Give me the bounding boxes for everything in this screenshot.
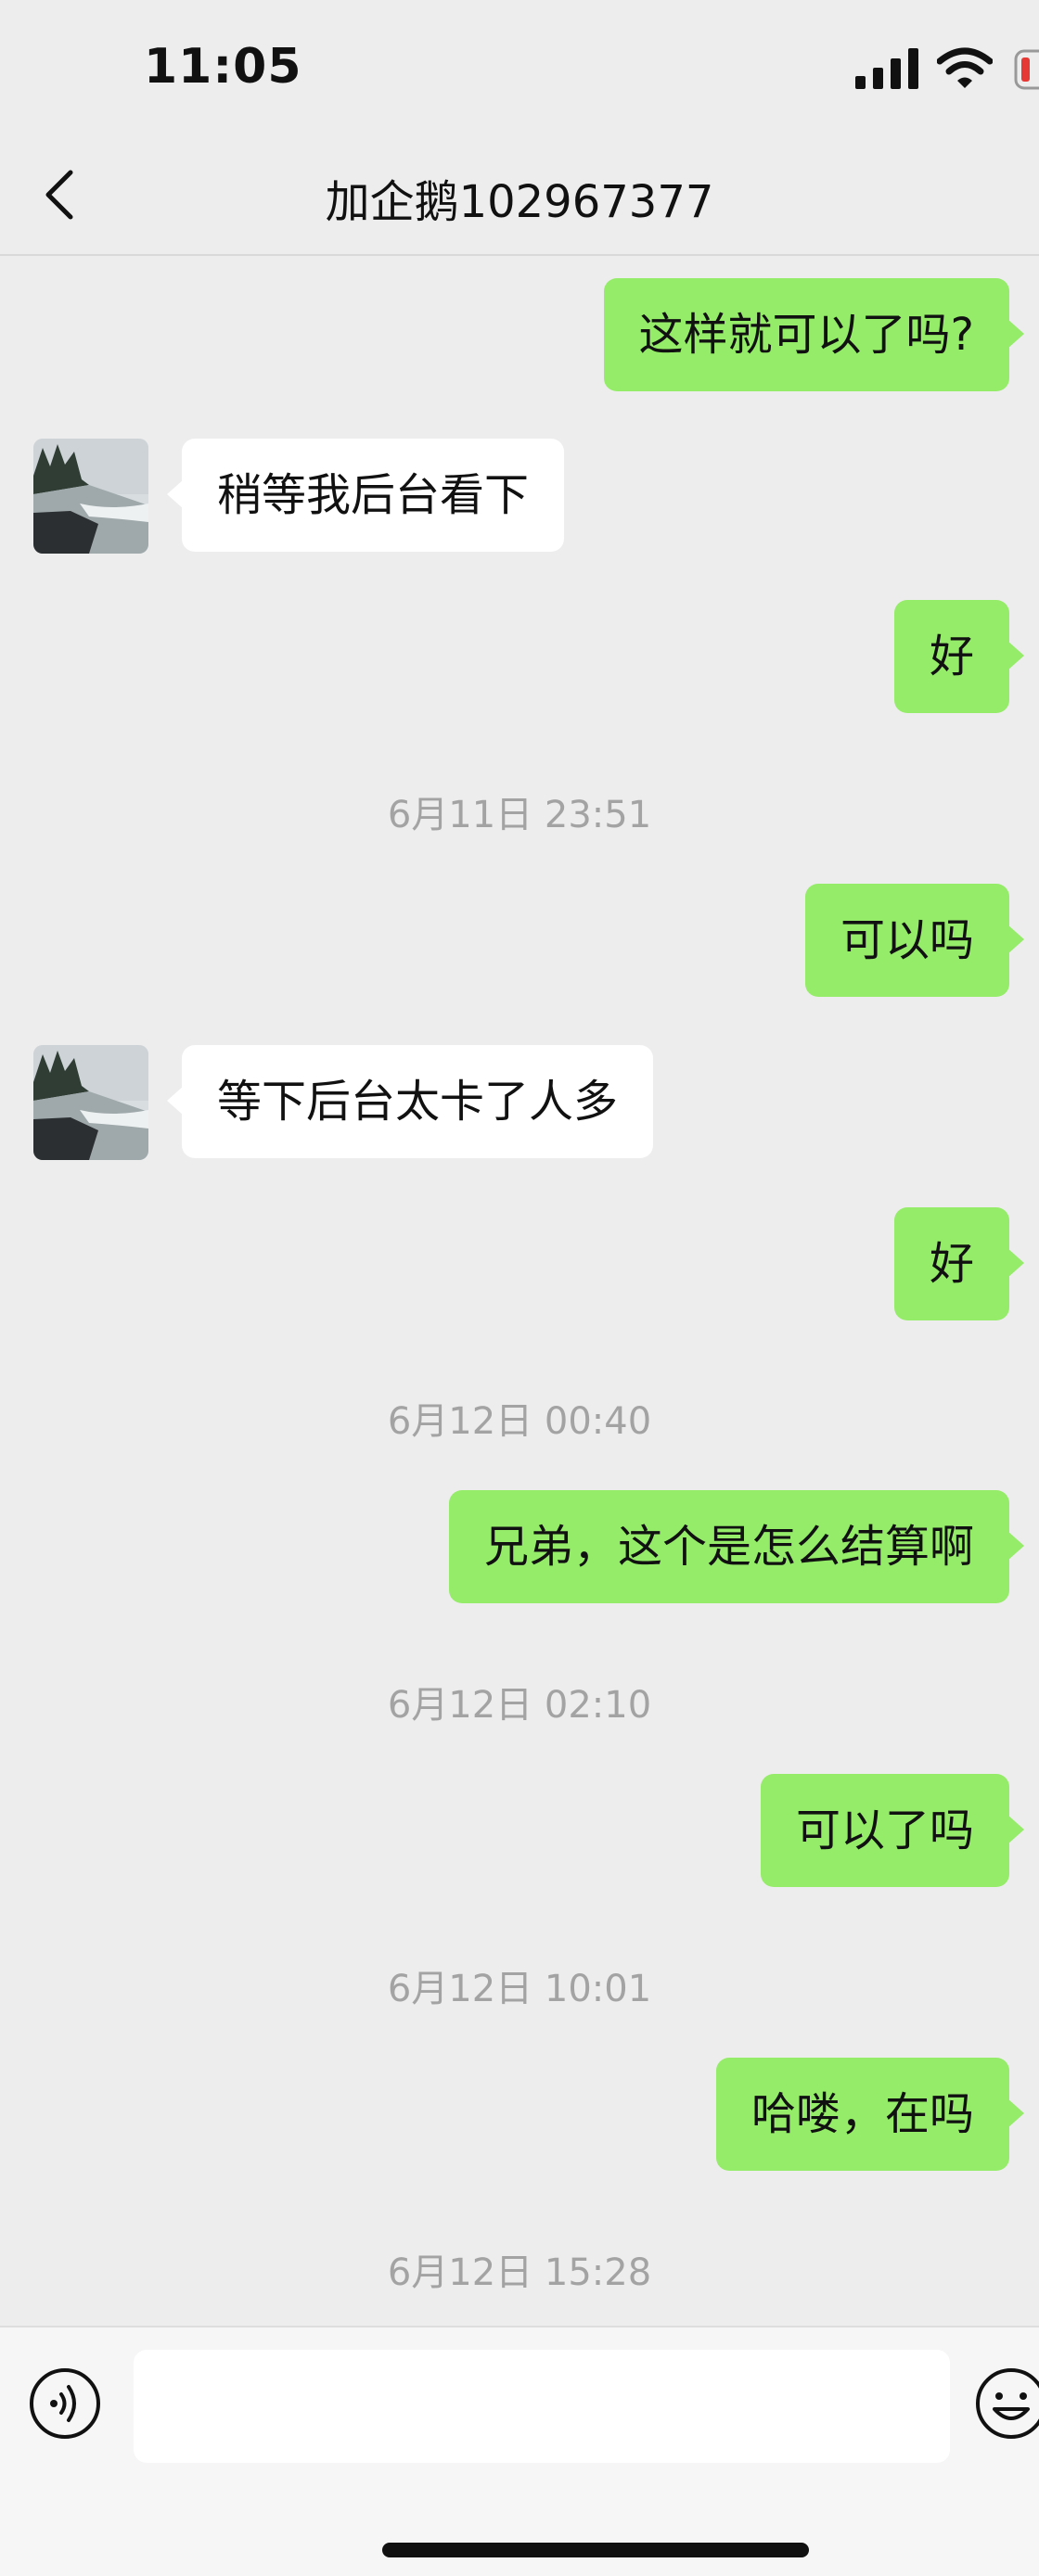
chat-title: 加企鹅102967377 <box>325 176 714 228</box>
message-bubble-outgoing[interactable]: 哈喽，在吗 <box>715 2058 1025 2171</box>
voice-icon[interactable] <box>28 2366 102 2441</box>
status-time: 11:05 <box>144 39 302 95</box>
emoji-icon[interactable] <box>974 2366 1039 2441</box>
input-bar <box>0 2326 1039 2576</box>
chat-screen: 11:05 加企鹅102967377 这样就可以了吗? 稍等我后台看下 好 6月… <box>0 0 1039 2576</box>
message-bubble-incoming[interactable]: 等下后台太卡了人多 <box>166 1045 654 1158</box>
nav-bar: 加企鹅102967377 <box>0 139 1039 256</box>
home-indicator <box>382 2543 809 2557</box>
battery-icon <box>1014 49 1039 90</box>
message-timestamp: 6月12日 02:10 <box>387 1684 652 1727</box>
message-timestamp: 6月12日 15:28 <box>387 2251 652 2294</box>
cellular-signal-icon <box>855 48 918 89</box>
message-bubble-outgoing[interactable]: 可以吗 <box>804 884 1025 997</box>
message-bubble-outgoing[interactable]: 好 <box>893 1207 1025 1320</box>
message-timestamp: 6月12日 10:01 <box>387 1968 652 2010</box>
message-input[interactable] <box>134 2350 950 2463</box>
message-bubble-outgoing[interactable]: 好 <box>893 600 1025 713</box>
avatar[interactable] <box>33 1045 148 1160</box>
message-bubble-outgoing[interactable]: 兄弟，这个是怎么结算啊 <box>448 1490 1025 1603</box>
wifi-icon <box>937 47 993 88</box>
avatar-image <box>33 439 148 554</box>
message-bubble-incoming[interactable]: 稍等我后台看下 <box>166 439 565 552</box>
avatar-image <box>33 1045 148 1160</box>
message-bubble-outgoing[interactable]: 这样就可以了吗? <box>603 278 1025 391</box>
message-bubble-outgoing[interactable]: 可以了吗 <box>760 1774 1025 1887</box>
status-bar: 11:05 <box>0 0 1039 139</box>
message-timestamp: 6月11日 23:51 <box>387 794 652 836</box>
avatar[interactable] <box>33 439 148 554</box>
message-timestamp: 6月12日 00:40 <box>387 1400 652 1443</box>
